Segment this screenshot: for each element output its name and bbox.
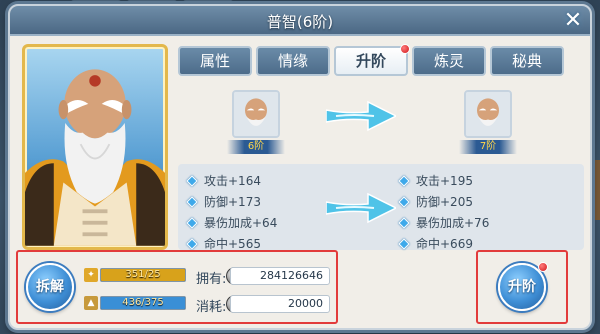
upgrade-preview: 6阶 7阶 <box>178 88 584 158</box>
diamond-bullet-icon <box>186 174 198 187</box>
stat-attack-current: 攻击+164 <box>204 174 261 188</box>
dialog-title-bar: 普智(6阶) ✕ <box>10 6 590 36</box>
notification-badge-icon <box>400 44 410 54</box>
current-stage-avatar <box>232 90 280 138</box>
tab-upgrade-label: 升阶 <box>355 52 386 70</box>
upgrade-badge-icon <box>538 262 548 272</box>
stat-defense-next: 防御+205 <box>416 195 473 209</box>
next-stage-avatar <box>464 90 512 138</box>
resource-panel: 拆解 ✦ 351/25 ▲ 436/375 拥有: 284126646 消耗: … <box>16 250 338 324</box>
tab-refine-label: 炼灵 <box>433 52 464 70</box>
tab-attributes[interactable]: 属性 <box>178 46 252 76</box>
diamond-bullet-icon <box>398 237 410 250</box>
cost-value: 20000 <box>230 295 330 313</box>
upgrade-arrow-icon <box>326 100 396 132</box>
tab-bar: 属性 情缘 升阶 炼灵 秘典 <box>178 44 564 76</box>
tab-attributes-label: 属性 <box>199 52 230 70</box>
upgrade-button-area: 升阶 <box>476 250 568 324</box>
stats-arrow-icon <box>326 192 396 224</box>
tab-bonds-label: 情缘 <box>277 52 308 70</box>
current-stage-label: 6阶 <box>227 140 285 154</box>
tab-upgrade[interactable]: 升阶 <box>334 44 410 76</box>
next-stats: 攻击+195 防御+205 暴伤加成+76 命中+669 <box>398 170 490 254</box>
stat-row: 攻击+195 <box>398 170 489 191</box>
item-progress-text: 436/375 <box>122 297 164 308</box>
shard-progress-text: 351/25 <box>125 269 161 280</box>
close-icon[interactable]: ✕ <box>560 10 586 34</box>
stat-defense-current: 防御+173 <box>204 195 261 209</box>
monk-portrait-image <box>25 69 165 246</box>
cost-label: 消耗: <box>196 300 227 315</box>
owned-value: 284126646 <box>230 267 330 285</box>
upgrade-button-label: 升阶 <box>508 279 536 295</box>
stat-crit-damage-next: 暴伤加成+76 <box>416 216 490 230</box>
diamond-bullet-icon <box>186 216 198 229</box>
stat-row: 防御+173 <box>186 191 277 212</box>
stat-row: 暴伤加成+76 <box>398 212 490 233</box>
diamond-bullet-icon <box>398 174 410 187</box>
stats-panel: 攻击+164 防御+173 暴伤加成+64 命中+565 攻击+195 防御+2… <box>178 164 584 251</box>
diamond-bullet-icon <box>398 216 410 229</box>
shard-progress-bar: 351/25 <box>100 268 186 282</box>
owned-label: 拥有: <box>196 272 227 287</box>
stat-row: 暴伤加成+64 <box>186 212 278 233</box>
tab-refine[interactable]: 炼灵 <box>412 46 486 76</box>
stat-accuracy-next: 命中+669 <box>416 237 473 251</box>
tab-secret-book-label: 秘典 <box>511 52 542 70</box>
tab-secret-book[interactable]: 秘典 <box>490 46 564 76</box>
diamond-bullet-icon <box>186 195 198 208</box>
tab-bonds[interactable]: 情缘 <box>256 46 330 76</box>
character-portrait <box>22 44 168 250</box>
next-stage-label: 7阶 <box>459 140 517 154</box>
current-stats: 攻击+164 防御+173 暴伤加成+64 命中+565 <box>186 170 278 254</box>
diamond-bullet-icon <box>398 195 410 208</box>
stat-row: 攻击+164 <box>186 170 277 191</box>
stat-attack-next: 攻击+195 <box>416 174 473 188</box>
shard-icon: ✦ <box>84 268 98 282</box>
stat-crit-damage-current: 暴伤加成+64 <box>204 216 278 230</box>
stat-row: 防御+205 <box>398 191 489 212</box>
dialog-title: 普智(6阶) <box>266 13 334 31</box>
item-progress-bar: 436/375 <box>100 296 186 310</box>
decompose-button[interactable]: 拆解 <box>26 263 74 311</box>
upgrade-dialog: 普智(6阶) ✕ 属性 情缘 升阶 炼灵 秘典 6阶 7阶 攻击+164 防御+… <box>8 4 592 330</box>
upgrade-item-icon: ▲ <box>84 296 98 310</box>
diamond-bullet-icon <box>186 237 198 250</box>
